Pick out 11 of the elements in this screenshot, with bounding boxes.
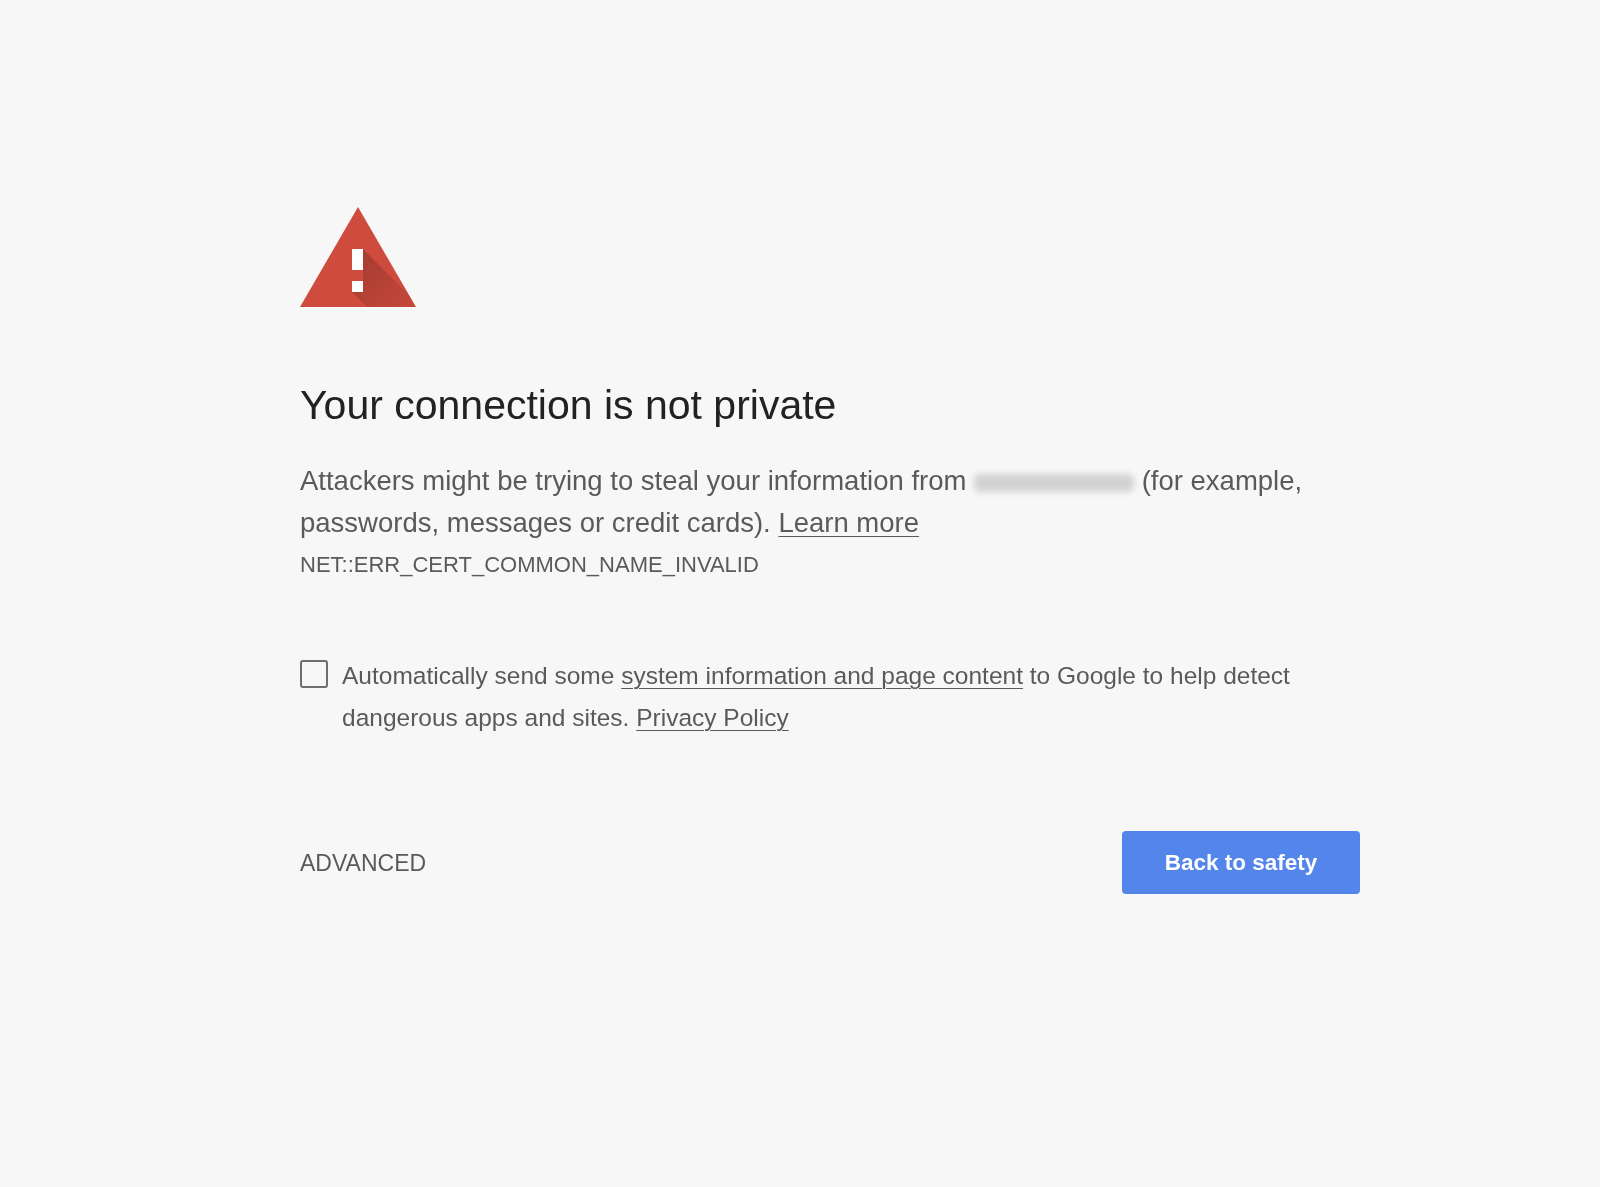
- checkbox[interactable]: [300, 660, 328, 688]
- learn-more-link[interactable]: Learn more: [778, 507, 919, 538]
- warning-message: Attackers might be trying to steal your information from (for example, passwords, messages or credit cards). Learn more: [300, 464, 1304, 540]
- warning-icon: [300, 207, 416, 307]
- advanced-button[interactable]: ADVANCED: [300, 848, 427, 877]
- back-to-safety-button[interactable]: Back to safety: [1122, 831, 1360, 894]
- privacy-policy-link[interactable]: Privacy Policy: [636, 704, 789, 731]
- system-info-link[interactable]: system information and page content: [621, 662, 1023, 689]
- error-code: NET::ERR_CERT_COMMON_NAME_INVALID: [300, 551, 760, 579]
- report-option-text: Automatically send some system information and page content to Google to help detect dangerous apps and sites. Privacy Policy: [342, 661, 1291, 733]
- page-title: Your connection is not private: [300, 381, 838, 429]
